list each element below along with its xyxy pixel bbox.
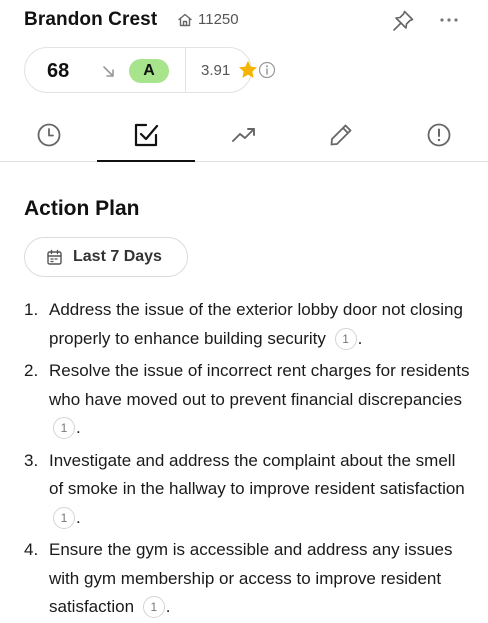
grade-badge: A <box>129 59 169 83</box>
alert-circle-icon <box>427 123 451 146</box>
pin-icon[interactable] <box>390 8 416 34</box>
checkbox-icon <box>134 123 159 146</box>
item-number: 3. <box>24 450 39 470</box>
item-number: 1. <box>24 300 39 319</box>
header: Brandon Crest 11250 <box>0 0 488 40</box>
tab-action-plan[interactable] <box>97 108 195 162</box>
item-text: Address the issue of the exterior lobby … <box>49 300 463 348</box>
item-end: . <box>76 418 81 437</box>
item-end: . <box>357 328 363 348</box>
citation-badge[interactable]: 1 <box>53 506 75 529</box>
clock-icon <box>37 123 61 146</box>
item-number: 2. <box>24 361 39 380</box>
citation-badge[interactable]: 1 <box>334 327 357 350</box>
property-title: Brandon Crest <box>24 9 158 30</box>
section-title: Action Plan <box>24 197 140 220</box>
pencil-icon <box>330 124 352 145</box>
item-text: Investigate and address the complaint ab… <box>49 450 465 499</box>
item-text: Ensure the gym is accessible and address… <box>49 540 453 616</box>
unit-number: 11250 <box>198 11 239 28</box>
list-item: 2. Resolve the issue of incorrect rent c… <box>24 357 474 443</box>
info-icon[interactable] <box>258 61 276 79</box>
action-plan-list: 1. Address the issue of the exterior lob… <box>24 296 474 623</box>
date-range-button[interactable]: Last 7 Days <box>24 237 188 277</box>
list-item: 1. Address the issue of the exterior lob… <box>24 296 474 353</box>
trend-down-arrow-icon <box>103 66 114 77</box>
list-item: 3. Investigate and address the complaint… <box>24 447 474 533</box>
tab-bar <box>0 108 488 162</box>
tab-alerts[interactable] <box>390 108 488 161</box>
home-icon <box>178 13 192 26</box>
tab-edit[interactable] <box>292 108 390 161</box>
score-card: 68 A 3.91 <box>24 47 257 93</box>
list-item: 4. Ensure the gym is accessible and addr… <box>24 536 474 622</box>
star-icon <box>239 60 257 78</box>
citation-badge[interactable]: 1 <box>142 596 165 618</box>
rating-value: 3.91 <box>201 62 231 79</box>
item-text: Resolve the issue of incorrect rent char… <box>49 361 470 409</box>
unit-count: 11250 <box>177 11 239 28</box>
tab-history[interactable] <box>0 108 98 161</box>
score-value: 68 <box>47 60 70 82</box>
calendar-icon <box>47 249 62 265</box>
item-end: . <box>165 597 171 616</box>
trending-up-icon <box>232 127 255 142</box>
citation-badge[interactable]: 1 <box>53 417 75 439</box>
more-horizontal-icon[interactable] <box>437 9 461 31</box>
item-number: 4. <box>24 540 39 559</box>
tab-trends[interactable] <box>195 108 293 161</box>
divider <box>185 48 186 92</box>
date-range-label: Last 7 Days <box>73 248 162 265</box>
item-end: . <box>76 507 81 527</box>
